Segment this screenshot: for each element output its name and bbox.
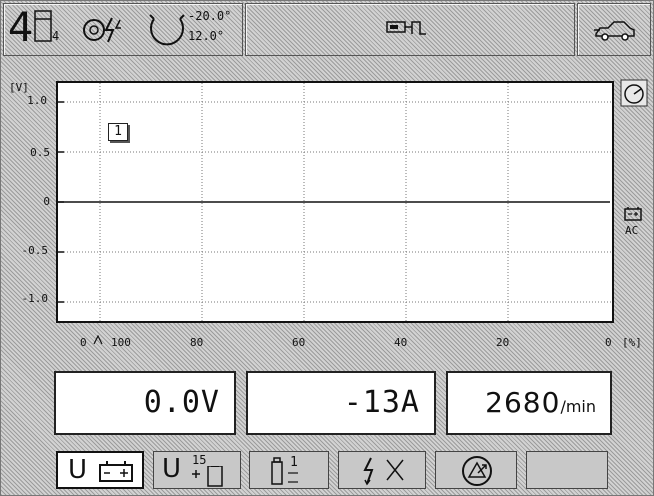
rpm-display: 2680/min bbox=[485, 385, 596, 425]
coil-spark-icon bbox=[83, 17, 121, 43]
y-tick-label: 0.5 bbox=[30, 146, 50, 159]
probe-panel bbox=[245, 3, 575, 56]
terminal-number: 15 bbox=[192, 453, 207, 467]
temperature-icon bbox=[149, 14, 185, 46]
y-tick-label: 0 bbox=[43, 195, 50, 208]
timer-icon[interactable] bbox=[620, 79, 648, 107]
coupling-label[interactable]: AC bbox=[625, 225, 638, 236]
ignition-spark-icon bbox=[363, 457, 404, 486]
vehicle-icon bbox=[594, 21, 635, 41]
trigger-mode-icon bbox=[462, 456, 492, 486]
trigger-marker-icon bbox=[93, 335, 103, 345]
menu-number-icon bbox=[34, 10, 52, 42]
plot-area bbox=[58, 83, 612, 321]
y-tick-label: 1.0 bbox=[27, 94, 47, 107]
empty-softkey[interactable] bbox=[526, 451, 608, 489]
y-axis-unit: [V] bbox=[9, 81, 29, 94]
waveform-plot[interactable]: 1 bbox=[56, 81, 614, 323]
x-tick-label: 100 bbox=[111, 336, 131, 349]
voltage-battery-button[interactable]: U bbox=[56, 451, 144, 489]
x-tick-label: 0 bbox=[605, 336, 612, 349]
battery-icon bbox=[99, 461, 133, 482]
x-tick-label: 20 bbox=[496, 336, 510, 349]
rpm-readout: 2680/min bbox=[446, 371, 612, 435]
current-value: -13A bbox=[343, 385, 420, 420]
temperature-max: -20.0° bbox=[188, 9, 232, 23]
x-tick-label: 40 bbox=[394, 336, 408, 349]
vehicle-panel[interactable] bbox=[577, 3, 651, 56]
rpm-unit: /min bbox=[560, 397, 596, 416]
probe-number: 1 bbox=[290, 455, 298, 470]
voltage-terminal-label: U bbox=[162, 454, 182, 484]
battery-icon[interactable] bbox=[623, 205, 645, 223]
y-tick-label: -0.5 bbox=[21, 244, 49, 257]
trigger-mode-button[interactable] bbox=[435, 451, 517, 489]
menu-number-label: 4 bbox=[52, 29, 60, 43]
y-tick-label: -1.0 bbox=[21, 292, 49, 305]
voltage-terminal-button[interactable]: U 15 bbox=[153, 451, 241, 489]
scope-screen: 4 4 -20.0° 12.0° [V] 1.0 0.5 0 -0.5 -1.0… bbox=[0, 0, 654, 496]
current-readout: -13A bbox=[246, 371, 436, 435]
x-tick-label: 80 bbox=[190, 336, 204, 349]
probe-button[interactable]: 1 bbox=[249, 451, 329, 489]
voltage-battery-label: U bbox=[68, 455, 88, 485]
x-axis-zero-label: 0 bbox=[80, 336, 87, 349]
temperature-min: 12.0° bbox=[188, 29, 225, 43]
status-panel: 4 4 -20.0° 12.0° bbox=[3, 3, 243, 56]
x-axis-unit: [%] bbox=[622, 336, 642, 349]
probe-icon bbox=[386, 21, 426, 35]
curve-marker[interactable]: 1 bbox=[108, 123, 128, 141]
ignition-button[interactable] bbox=[338, 451, 426, 489]
rpm-value: 2680 bbox=[485, 386, 561, 419]
terminal-icon bbox=[192, 466, 223, 487]
voltage-value: 0.0V bbox=[143, 385, 220, 420]
channel-number: 4 bbox=[8, 5, 34, 51]
voltage-readout: 0.0V bbox=[54, 371, 236, 435]
x-tick-label: 60 bbox=[292, 336, 306, 349]
